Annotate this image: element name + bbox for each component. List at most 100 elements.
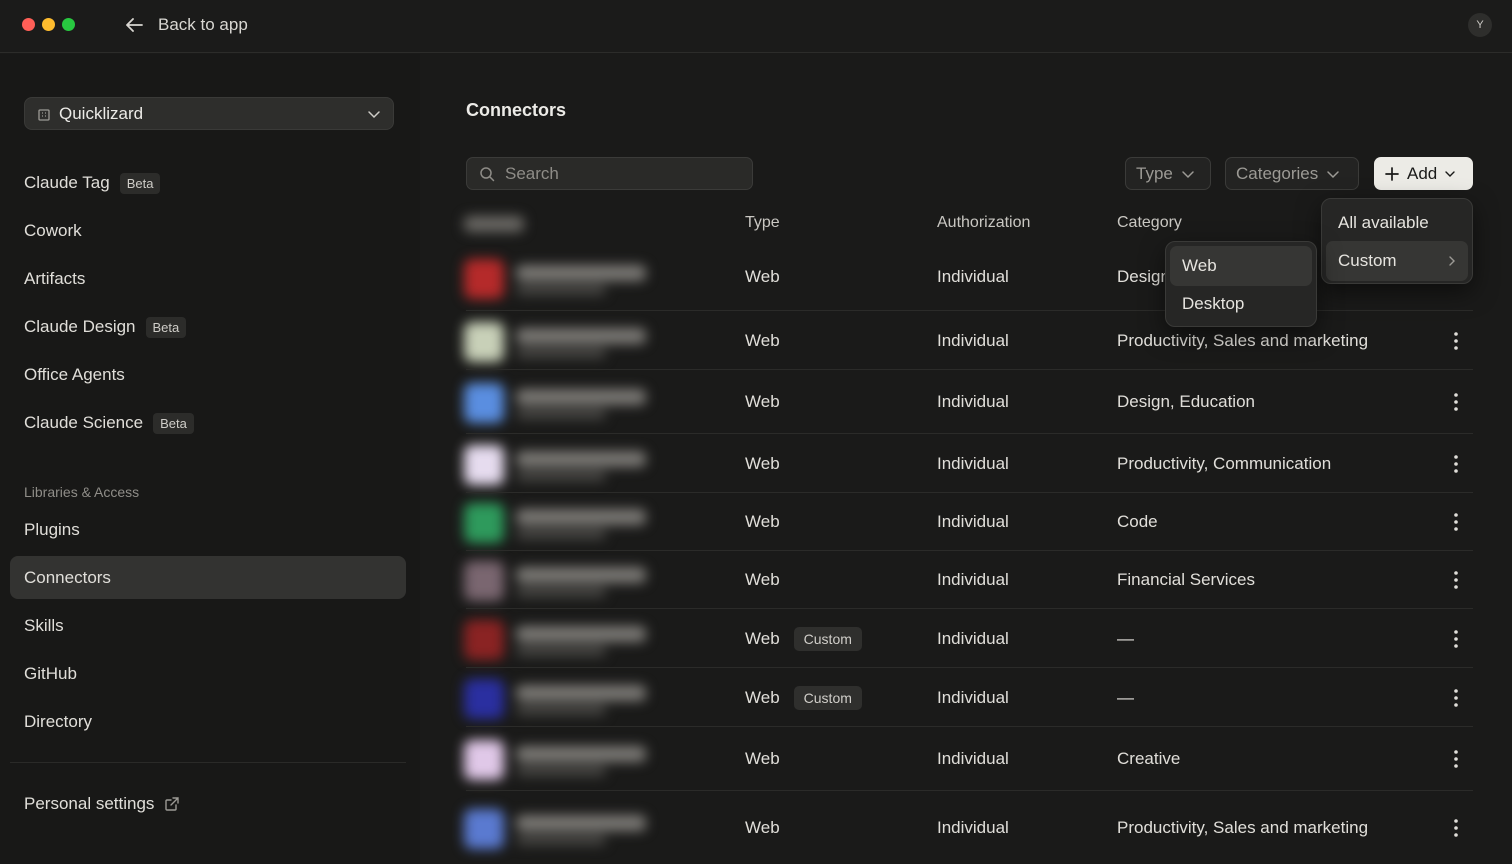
add-connector-button[interactable]: Add (1374, 157, 1473, 190)
menu-item-label: Custom (1338, 251, 1397, 270)
more-options-icon[interactable] (1452, 744, 1460, 774)
more-options-icon[interactable] (1452, 387, 1460, 417)
sidebar-divider (10, 762, 406, 763)
sidebar-item-label: Office Agents (24, 365, 125, 384)
minimize-window-button[interactable] (42, 18, 55, 31)
table-row[interactable]: Web Custom Individual — (466, 667, 1473, 726)
page-title: Connectors (466, 100, 567, 120)
type-value: Web (745, 570, 780, 589)
building-icon (38, 108, 50, 121)
category-cell: Financial Services (1117, 570, 1255, 589)
search-input[interactable]: Search (466, 157, 753, 190)
add-label: Add (1407, 163, 1438, 183)
more-options-icon[interactable] (1452, 624, 1460, 654)
column-header-type[interactable]: Type (745, 214, 780, 232)
authorization-cell: Individual (937, 512, 1009, 531)
table-row[interactable]: Web Custom Individual — (466, 608, 1473, 667)
sidebar-item-claude-design[interactable]: Claude Design Beta (24, 312, 187, 342)
authorization-cell: Individual (937, 570, 1009, 589)
table-row[interactable]: Web Individual Productivity, Sales and mar… (466, 310, 1473, 369)
type-filter-label: Type (1136, 163, 1173, 183)
sidebar-item-plugins[interactable]: Plugins (24, 515, 80, 545)
authorization-cell: Individual (937, 392, 1009, 411)
table-row[interactable]: Web Individual Design, Education (466, 369, 1473, 433)
type-filter-dropdown[interactable]: Type (1125, 157, 1211, 190)
sidebar-item-github[interactable]: GitHub (24, 659, 77, 689)
personal-settings-link[interactable]: Personal settings (24, 789, 180, 819)
category-cell: Productivity, Communication (1117, 454, 1332, 473)
avatar[interactable]: Y (1468, 13, 1492, 37)
menu-item-desktop[interactable]: Desktop (1170, 284, 1312, 324)
type-value: Web (745, 512, 780, 531)
sidebar-item-claude-science[interactable]: Claude Science Beta (24, 408, 194, 438)
sidebar-item-cowork[interactable]: Cowork (24, 216, 82, 246)
authorization-cell: Individual (937, 267, 1009, 286)
add-menu: All available Custom (1321, 198, 1473, 284)
plus-icon (1385, 166, 1399, 181)
menu-item-all-available[interactable]: All available (1326, 203, 1468, 243)
type-cell: Web (745, 449, 780, 479)
sidebar-item-label: GitHub (24, 664, 77, 683)
type-cell: Web (745, 387, 780, 417)
authorization-cell: Individual (937, 629, 1009, 648)
sidebar: Quicklizard Claude Tag Beta Cowork Artif… (0, 54, 420, 864)
search-placeholder: Search (505, 163, 559, 183)
org-selector[interactable]: Quicklizard (24, 97, 394, 130)
type-cell: Web (745, 813, 780, 843)
search-icon (480, 166, 495, 181)
title-bar: Back to app Y (0, 0, 1512, 53)
column-header-authorization[interactable]: Authorization (937, 214, 1030, 232)
maximize-window-button[interactable] (62, 18, 75, 31)
back-to-app-button[interactable]: Back to app (124, 12, 248, 38)
categories-filter-dropdown[interactable]: Categories (1225, 157, 1359, 190)
beta-badge: Beta (153, 412, 194, 434)
custom-badge: Custom (793, 686, 862, 710)
org-name: Quicklizard (59, 103, 144, 123)
category-cell: Code (1117, 512, 1158, 531)
sidebar-item-claude-tag[interactable]: Claude Tag Beta (24, 168, 161, 198)
beta-badge: Beta (119, 172, 161, 194)
sidebar-item-label: Plugins (24, 520, 80, 539)
more-options-icon[interactable] (1452, 507, 1460, 537)
more-options-icon[interactable] (1452, 565, 1460, 595)
table-row[interactable]: Web Individual Productivity, Sales and mar… (466, 790, 1473, 864)
table-row[interactable]: Web Individual Financial Services (466, 550, 1473, 608)
category-cell: Productivity, Sales and marketing (1117, 331, 1369, 350)
more-options-icon[interactable] (1452, 326, 1460, 356)
authorization-cell: Individual (937, 749, 1009, 768)
chevron-down-icon (368, 110, 380, 118)
sidebar-item-label: Skills (24, 616, 64, 635)
chevron-down-icon (1327, 170, 1339, 178)
sidebar-item-label: Connectors (24, 568, 111, 587)
authorization-cell: Individual (937, 454, 1009, 473)
menu-item-custom[interactable]: Custom (1326, 241, 1468, 281)
type-cell: Web Custom (745, 624, 862, 654)
more-options-icon[interactable] (1452, 683, 1460, 713)
more-options-icon[interactable] (1452, 813, 1460, 843)
arrow-left-icon (126, 18, 143, 32)
type-cell: Web (745, 507, 780, 537)
category-cell: Design (1117, 267, 1170, 286)
personal-settings-label: Personal settings (24, 794, 155, 813)
sidebar-item-label: Directory (24, 712, 93, 731)
category-cell: — (1117, 629, 1134, 648)
sidebar-item-skills[interactable]: Skills (24, 611, 64, 641)
sidebar-item-connectors[interactable]: Connectors (24, 563, 111, 593)
table-row[interactable]: Web Individual Creative (466, 726, 1473, 790)
more-options-icon[interactable] (1452, 449, 1460, 479)
table-row[interactable]: Web Individual Productivity, Communication (466, 433, 1473, 492)
table-row[interactable]: Web Individual Code (466, 492, 1473, 550)
close-window-button[interactable] (22, 18, 35, 31)
sidebar-item-office-agents[interactable]: Office Agents (24, 360, 125, 390)
sidebar-item-artifacts[interactable]: Artifacts (24, 264, 85, 294)
authorization-cell: Individual (937, 688, 1009, 707)
column-header-category[interactable]: Category (1117, 214, 1182, 232)
menu-item-web[interactable]: Web (1170, 246, 1312, 286)
sidebar-item-directory[interactable]: Directory (24, 707, 92, 737)
type-cell: Web (745, 326, 780, 356)
custom-type-submenu: Web Desktop (1165, 241, 1317, 327)
beta-badge: Beta (145, 316, 187, 338)
type-value: Web (745, 629, 780, 648)
authorization-cell: Individual (937, 818, 1009, 837)
type-cell: Web (745, 262, 780, 292)
